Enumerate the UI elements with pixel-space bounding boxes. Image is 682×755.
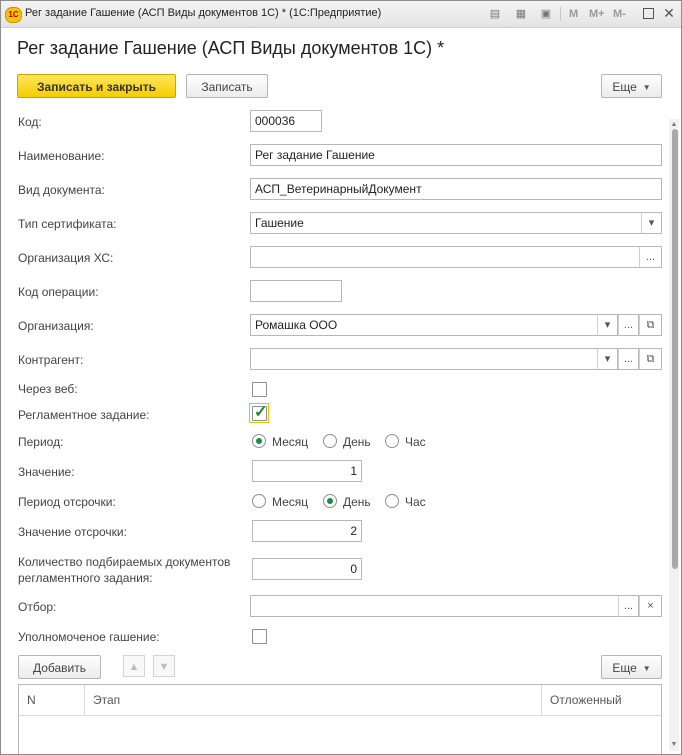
authorized-label: Уполномоченое гашение: [18, 630, 160, 644]
chevron-down-icon: ▼ [642, 664, 651, 673]
counterparty-open-icon[interactable]: ⧉ [639, 348, 662, 370]
document-window: 1С Рег задание Гашение (АСП Виды докумен… [0, 0, 682, 755]
value-field[interactable]: 1 [252, 460, 362, 482]
checkmark-icon: ✓ [254, 404, 268, 421]
org-hs-label: Организация ХС: [18, 251, 114, 265]
toolbar-divider [560, 7, 561, 21]
counterparty-label: Контрагент: [18, 353, 84, 367]
stages-table: N Этап Отложенный [18, 684, 662, 754]
memory-plus-button[interactable]: M+ [589, 6, 605, 22]
doc-count-label-line2: регламентного задания: [18, 571, 153, 585]
org-open-icon[interactable]: ⧉ [639, 314, 662, 336]
period-hour-radio[interactable] [385, 434, 399, 448]
code-field[interactable]: 000036 [250, 110, 322, 132]
op-code-label: Код операции: [18, 285, 99, 299]
counterparty-field[interactable] [250, 348, 598, 370]
doc-count-label-line1: Количество подбираемых документов [18, 555, 231, 569]
maximize-icon[interactable] [643, 8, 654, 19]
period-day-label: День [343, 435, 371, 449]
period-label: Период: [18, 435, 64, 449]
table-header: N Этап Отложенный [19, 685, 661, 716]
via-web-label: Через веб: [18, 382, 78, 396]
delay-day-label: День [343, 495, 371, 509]
filter-clear-icon[interactable]: × [639, 595, 662, 617]
period-day-radio[interactable] [323, 434, 337, 448]
save-and-close-button[interactable]: Записать и закрыть [17, 74, 176, 98]
save-button[interactable]: Записать [186, 74, 268, 98]
period-hour-label: Час [405, 435, 426, 449]
org-choose-button[interactable]: ... [618, 314, 639, 336]
move-down-icon[interactable]: ▼ [153, 655, 175, 677]
delay-day-radio[interactable] [323, 494, 337, 508]
delay-hour-label: Час [405, 495, 426, 509]
value-label: Значение: [18, 465, 75, 479]
delay-period-label: Период отсрочки: [18, 495, 116, 509]
authorized-checkbox[interactable] [252, 629, 267, 644]
scroll-up-icon[interactable]: ▲ [670, 121, 678, 129]
counterparty-dropdown-icon[interactable]: ▾ [597, 348, 618, 370]
filter-field[interactable] [250, 595, 619, 617]
delay-hour-radio[interactable] [385, 494, 399, 508]
op-code-field[interactable] [250, 280, 342, 302]
doc-type-label: Вид документа: [18, 183, 105, 197]
scroll-down-icon[interactable]: ▼ [670, 741, 678, 749]
scheduled-label: Регламентное задание: [18, 408, 150, 422]
code-label: Код: [18, 115, 42, 129]
memory-minus-button[interactable]: M- [613, 6, 626, 22]
calculator-icon[interactable]: ▦ [513, 6, 529, 22]
org-field[interactable]: Ромашка ООО [250, 314, 598, 336]
doc-count-field[interactable]: 0 [252, 558, 362, 580]
via-web-checkbox[interactable] [252, 382, 267, 397]
filter-choose-button[interactable]: ... [618, 595, 639, 617]
delay-value-field[interactable]: 2 [252, 520, 362, 542]
filter-label: Отбор: [18, 600, 57, 614]
cert-type-label: Тип сертификата: [18, 217, 117, 231]
org-hs-choose-button[interactable]: ... [639, 246, 662, 268]
delay-value-label: Значение отсрочки: [18, 525, 127, 539]
name-label: Наименование: [18, 149, 105, 163]
delay-month-radio[interactable] [252, 494, 266, 508]
close-icon[interactable]: ✕ [661, 5, 677, 21]
print-icon[interactable]: ▤ [487, 6, 503, 22]
app-logo-icon: 1С [5, 7, 22, 23]
name-field[interactable]: Рег задание Гашение [250, 144, 662, 166]
org-dropdown-icon[interactable]: ▾ [597, 314, 618, 336]
counterparty-choose-button[interactable]: ... [618, 348, 639, 370]
cert-type-select[interactable]: Гашение [250, 212, 642, 234]
period-month-radio[interactable] [252, 434, 266, 448]
table-more-label: Еще [612, 661, 637, 675]
window-title: Рег задание Гашение (АСП Виды документов… [25, 7, 382, 19]
period-month-label: Месяц [272, 435, 309, 449]
memory-m-button[interactable]: M [569, 6, 578, 22]
doc-type-field[interactable]: АСП_ВетеринарныйДокумент [250, 178, 662, 200]
scheduled-checkbox[interactable]: ✓ [252, 404, 267, 421]
column-header-stage[interactable]: Этап [85, 685, 542, 715]
column-header-n[interactable]: N [19, 685, 85, 715]
add-row-button[interactable]: Добавить [18, 655, 101, 679]
delay-month-label: Месяц [272, 495, 309, 509]
title-bar: 1С Рег задание Гашение (АСП Виды докумен… [1, 1, 681, 28]
table-more-button[interactable]: Еще ▼ [601, 655, 662, 679]
move-up-icon[interactable]: ▲ [123, 655, 145, 677]
chevron-down-icon: ▼ [642, 83, 651, 92]
cert-type-dropdown-icon[interactable]: ▾ [641, 212, 662, 234]
more-button[interactable]: Еще ▼ [601, 74, 662, 98]
org-hs-field[interactable] [250, 246, 640, 268]
org-label: Организация: [18, 319, 94, 333]
scrollbar-thumb[interactable] [672, 129, 678, 569]
calendar-icon[interactable]: ▣ [538, 6, 554, 22]
more-label: Еще [612, 80, 637, 94]
form-title: Рег задание Гашение (АСП Виды документов… [17, 38, 445, 58]
column-header-deferred[interactable]: Отложенный [542, 685, 661, 715]
